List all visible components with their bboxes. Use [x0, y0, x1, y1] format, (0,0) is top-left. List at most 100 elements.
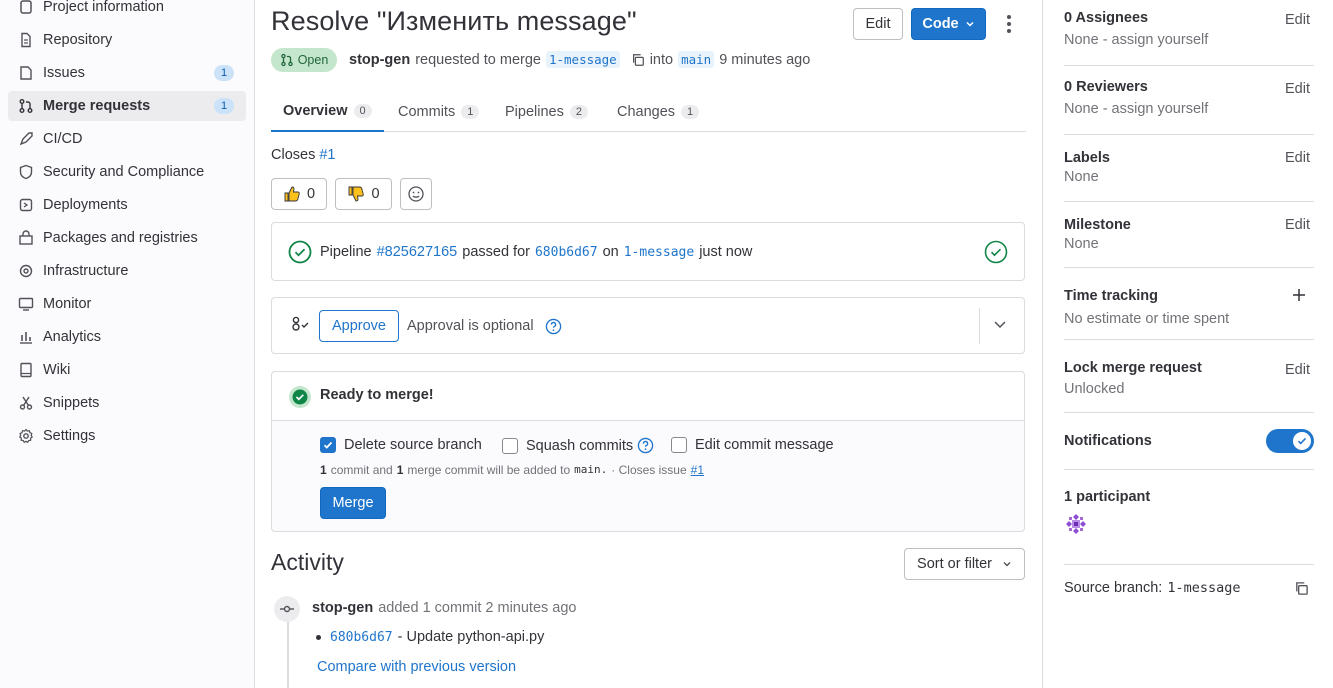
- sidebar-item-wiki[interactable]: Wiki: [8, 355, 246, 385]
- sidebar-item-settings[interactable]: Settings: [8, 421, 246, 451]
- pipeline-id-link[interactable]: #825627165: [377, 244, 458, 260]
- thumbs-down-icon: [347, 185, 365, 203]
- question-icon[interactable]: [545, 318, 562, 335]
- sidebar-item-security[interactable]: Security and Compliance: [8, 157, 246, 187]
- add-reaction-button[interactable]: [400, 178, 432, 210]
- lock-value: Unlocked: [1064, 381, 1125, 397]
- chevron-down-icon[interactable]: [992, 316, 1008, 332]
- settings-icon: [18, 428, 34, 444]
- closes-issue-link[interactable]: #1: [319, 147, 335, 163]
- sidebar-item-monitor[interactable]: Monitor: [8, 289, 246, 319]
- reviewers-title: 0 Reviewers: [1064, 79, 1148, 95]
- lock-title: Lock merge request: [1064, 360, 1202, 376]
- page-title: Resolve "Изменить message": [271, 6, 637, 36]
- assignees-block: 0 Assignees Edit None - assign yourself: [1064, 0, 1314, 66]
- more-actions-kebab-icon[interactable]: [1001, 12, 1017, 36]
- sidebar-item-snippets[interactable]: Snippets: [8, 388, 246, 418]
- source-branch-tag[interactable]: 1-message: [545, 51, 620, 68]
- merge-summary: 1 commit and 1 merge commit will be adde…: [320, 463, 704, 477]
- assignees-edit-link[interactable]: Edit: [1285, 12, 1310, 28]
- avatar[interactable]: [1064, 512, 1088, 536]
- status-text: Open: [297, 53, 329, 67]
- deployments-icon: [18, 197, 34, 213]
- source-branch-label: Source branch:: [1064, 580, 1163, 596]
- sidebar-item-label: Project information: [43, 0, 164, 15]
- reviewers-block: 0 Reviewers Edit None - assign yourself: [1064, 66, 1314, 135]
- shield-icon: [18, 164, 34, 180]
- merge-request-icon: [280, 53, 294, 67]
- pipeline-prefix: Pipeline: [320, 244, 372, 260]
- plus-icon[interactable]: [1292, 288, 1306, 302]
- sidebar-item-ci-cd[interactable]: CI/CD: [8, 124, 246, 154]
- sidebar-item-label: Deployments: [43, 197, 128, 213]
- sidebar-item-merge-requests[interactable]: Merge requests 1: [8, 91, 246, 121]
- chevron-down-icon: [965, 19, 975, 29]
- participants-title: 1 participant: [1064, 489, 1151, 505]
- approval-icon: [290, 314, 310, 334]
- milestone-edit-link[interactable]: Edit: [1285, 217, 1310, 233]
- tab-changes[interactable]: Changes 1: [617, 92, 700, 132]
- labels-edit-link[interactable]: Edit: [1285, 150, 1310, 166]
- pipeline-commit-link[interactable]: 680b6d67: [535, 245, 598, 260]
- tab-count: 1: [681, 105, 700, 119]
- tab-commits[interactable]: Commits 1: [398, 92, 480, 132]
- tab-count: 1: [461, 105, 480, 119]
- compare-version-link[interactable]: Compare with previous version: [317, 659, 516, 675]
- edit-button[interactable]: Edit: [853, 8, 903, 40]
- squash-checkbox[interactable]: [502, 437, 518, 454]
- reviewers-edit-link[interactable]: Edit: [1285, 81, 1310, 97]
- code-dropdown-button[interactable]: Code: [911, 8, 986, 40]
- sidebar-item-packages[interactable]: Packages and registries: [8, 223, 246, 253]
- time-tracking-value: No estimate or time spent: [1064, 311, 1230, 327]
- thumbs-down-count: 0: [371, 186, 380, 202]
- target-branch-tag[interactable]: main: [678, 51, 715, 68]
- activity-author[interactable]: stop-gen: [312, 600, 373, 616]
- commit-icon: [274, 596, 300, 622]
- tab-label: Overview: [283, 103, 348, 119]
- status-success-icon[interactable]: [288, 240, 312, 264]
- merge-button[interactable]: Merge: [320, 487, 386, 519]
- thumbs-up-button[interactable]: 0: [271, 178, 327, 210]
- thumbs-down-button[interactable]: 0: [335, 178, 392, 210]
- tab-label: Changes: [617, 104, 676, 120]
- tab-overview[interactable]: Overview 0: [271, 92, 384, 132]
- tab-pipelines[interactable]: Pipelines 2: [505, 92, 588, 132]
- edit-message-option[interactable]: Edit commit message: [671, 437, 834, 453]
- commit-sha-link[interactable]: 680b6d67: [330, 630, 393, 645]
- notifications-toggle[interactable]: [1266, 429, 1314, 453]
- sidebar-item-label: Wiki: [43, 362, 71, 378]
- summary-issue-link[interactable]: #1: [691, 463, 704, 477]
- edit-message-checkbox[interactable]: [671, 437, 687, 453]
- lock-edit-link[interactable]: Edit: [1285, 362, 1310, 378]
- reviewers-value[interactable]: None - assign yourself: [1064, 101, 1208, 117]
- sidebar-item-issues[interactable]: Issues 1: [8, 58, 246, 88]
- created-time: 9 minutes ago: [719, 51, 811, 68]
- copy-branch-icon[interactable]: [1294, 581, 1309, 596]
- question-icon[interactable]: [637, 437, 654, 454]
- activity-title: Activity: [271, 549, 344, 575]
- pipeline-summary: Pipeline #825627165 passed for 680b6d67 …: [320, 244, 752, 260]
- assignees-value[interactable]: None - assign yourself: [1064, 32, 1208, 48]
- sidebar-item-analytics[interactable]: Analytics: [8, 322, 246, 352]
- stage-success-icon[interactable]: [984, 240, 1008, 264]
- sidebar-item-project-information[interactable]: Project information: [8, 0, 246, 22]
- pipeline-branch-link[interactable]: 1-message: [624, 245, 694, 260]
- author-link[interactable]: stop-gen: [349, 52, 410, 68]
- time-tracking-block: Time tracking No estimate or time spent: [1064, 268, 1314, 340]
- issues-count-badge: 1: [214, 65, 234, 81]
- sidebar-item-infrastructure[interactable]: Infrastructure: [8, 256, 246, 286]
- sidebar-item-deployments[interactable]: Deployments: [8, 190, 246, 220]
- smiley-icon: [407, 185, 425, 203]
- approve-button[interactable]: Approve: [319, 310, 399, 342]
- squash-option[interactable]: Squash commits: [502, 437, 654, 454]
- delete-branch-checkbox[interactable]: [320, 437, 336, 453]
- sort-filter-dropdown[interactable]: Sort or filter: [904, 548, 1025, 580]
- copy-icon[interactable]: [631, 53, 645, 67]
- delete-branch-option[interactable]: Delete source branch: [320, 437, 482, 453]
- pipeline-widget: Pipeline #825627165 passed for 680b6d67 …: [271, 222, 1025, 281]
- summary-text-2: merge commit will be added to: [407, 463, 571, 477]
- merge-requests-count-badge: 1: [214, 98, 234, 114]
- sidebar-item-label: Infrastructure: [43, 263, 129, 279]
- sort-filter-label: Sort or filter: [917, 556, 992, 572]
- sidebar-item-repository[interactable]: Repository: [8, 25, 246, 55]
